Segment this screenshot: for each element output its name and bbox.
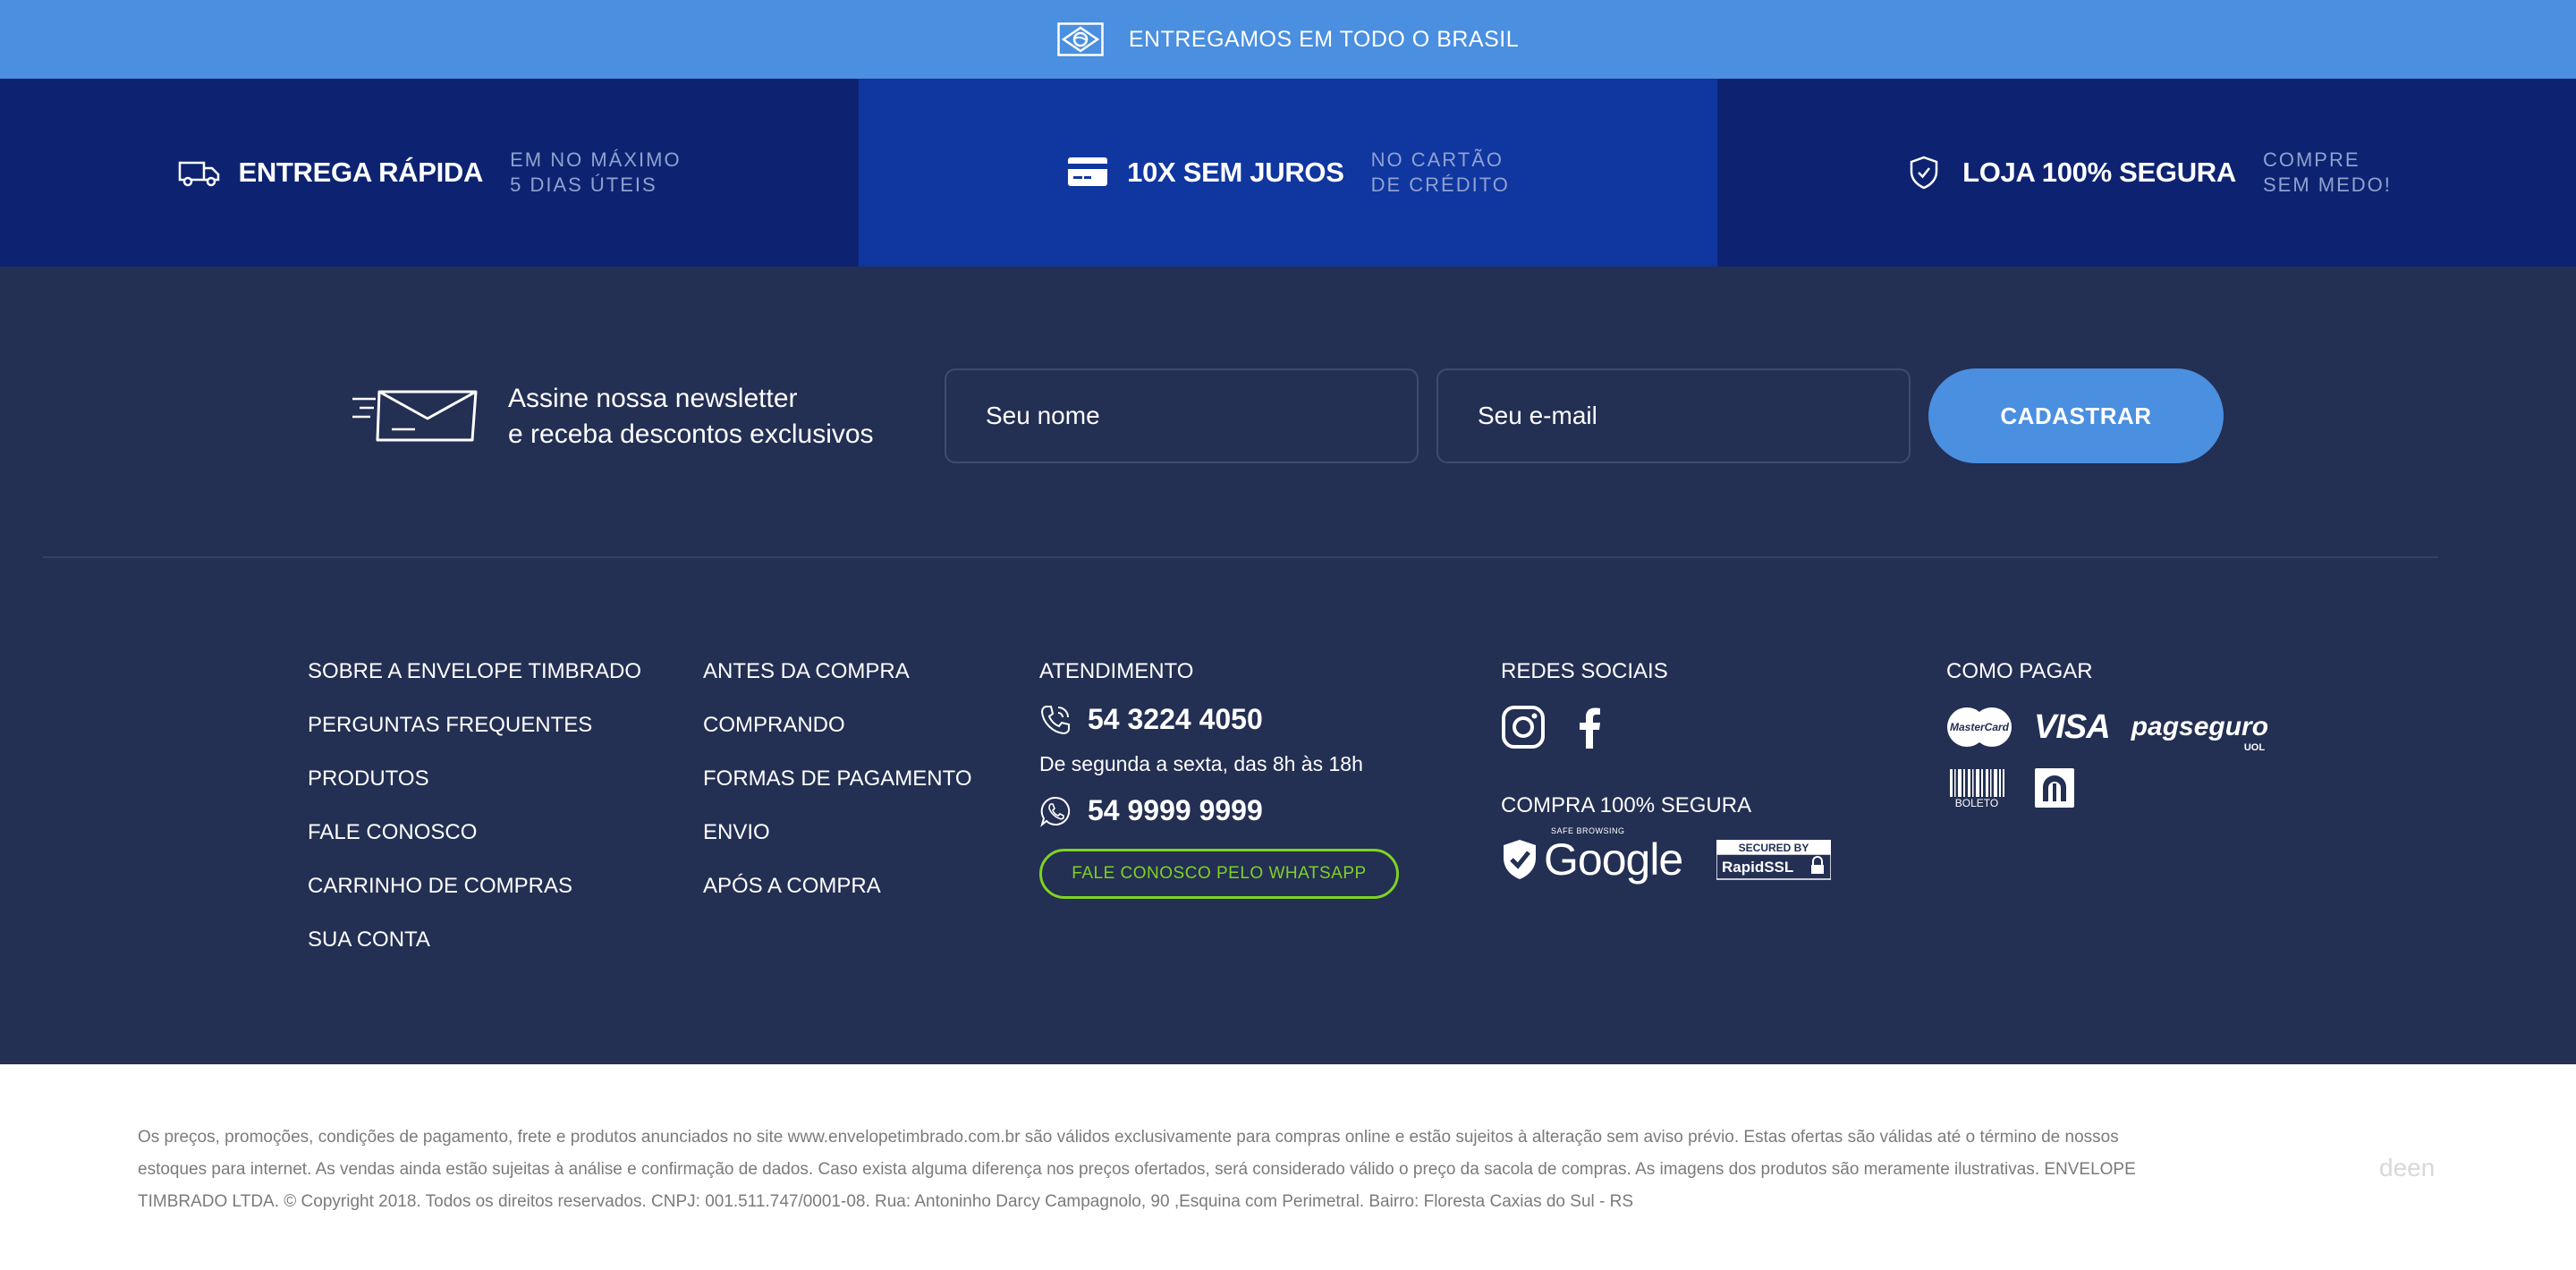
footer-links-help: ANTES DA COMPRA COMPRANDO FORMAS DE PAGA… bbox=[703, 658, 971, 927]
footer-link-before-purchase[interactable]: ANTES DA COMPRA bbox=[703, 658, 971, 685]
benefit-title: 10X SEM JUROS bbox=[1127, 157, 1344, 188]
footer-link-cart[interactable]: CARRINHO DE COMPRAS bbox=[308, 873, 641, 900]
boleto-logo: BOLETO bbox=[1947, 769, 2006, 809]
google-logo-text: SAFE BROWSING Google bbox=[1544, 826, 1683, 885]
bank-transfer-logo bbox=[2035, 768, 2074, 808]
newsletter-line2: e receba descontos exclusivos bbox=[508, 419, 874, 449]
pagseguro-uol-text: UOL bbox=[2243, 742, 2266, 753]
customer-service-title: ATENDIMENTO bbox=[1039, 659, 1194, 683]
envelope-icon bbox=[352, 390, 478, 442]
rapidssl-seal: SECURED BY RapidSSL bbox=[1716, 840, 1832, 880]
social-title: REDES SOCIAIS bbox=[1501, 659, 1668, 683]
social-icons bbox=[1501, 705, 1831, 749]
mastercard-logo: MasterCard bbox=[1947, 707, 2012, 747]
boleto-text: BOLETO bbox=[1955, 797, 1998, 809]
google-safe-browsing-seal: SAFE BROWSING Google bbox=[1501, 826, 1683, 885]
footer-divider bbox=[43, 556, 2438, 558]
footer-link-faq[interactable]: PERGUNTAS FREQUENTES bbox=[308, 712, 641, 739]
benefit-secure-store: LOJA 100% SEGURA COMPRE SEM MEDO! bbox=[1717, 79, 2576, 267]
newsletter-section: Assine nossa newsletter e receba descont… bbox=[0, 368, 2576, 463]
footer-link-contact[interactable]: FALE CONOSCO bbox=[308, 819, 641, 846]
payment-title: COMO PAGAR bbox=[1946, 659, 2093, 683]
payment-logos-row1: MasterCard VISA pagseguro UOL bbox=[1946, 707, 2269, 753]
google-shield-icon bbox=[1504, 840, 1536, 879]
legal-disclaimer: Os preços, promoções, condições de pagam… bbox=[138, 1128, 2136, 1211]
benefit-title: ENTREGA RÁPIDA bbox=[238, 157, 484, 188]
footer-link-buying[interactable]: COMPRANDO bbox=[703, 712, 971, 739]
benefit-subtitle-line2: SEM MEDO! bbox=[2262, 174, 2392, 196]
customer-service: ATENDIMENTO 54 3224 4050 De segunda a se… bbox=[1039, 658, 1399, 899]
secure-purchase-title: COMPRA 100% SEGURA bbox=[1501, 793, 1752, 817]
footer-links-institutional: SOBRE A ENVELOPE TIMBRADO PERGUNTAS FREQ… bbox=[308, 658, 641, 980]
benefit-subtitle: COMPRE SEM MEDO! bbox=[2263, 148, 2392, 198]
benefit-fast-delivery: ENTREGA RÁPIDA EM NO MÁXIMO 5 DIAS ÚTEIS bbox=[0, 79, 859, 267]
footer-link-account[interactable]: SUA CONTA bbox=[308, 927, 641, 953]
benefit-subtitle: EM NO MÁXIMO 5 DIAS ÚTEIS bbox=[510, 148, 681, 198]
shield-check-icon bbox=[1910, 156, 1938, 190]
social-and-security: REDES SOCIAIS COMPRA 100% SEGURA SAFE BR… bbox=[1501, 658, 1832, 885]
credit-card-icon bbox=[1068, 157, 1108, 186]
pagseguro-logo: pagseguro UOL bbox=[2131, 712, 2269, 753]
rapidssl-top-text: SECURED BY bbox=[1739, 842, 1809, 854]
newsletter-line1: Assine nossa newsletter bbox=[508, 384, 798, 413]
whatsapp-icon bbox=[1040, 796, 1071, 827]
phone-row: 54 3224 4050 bbox=[1039, 703, 1399, 736]
footer-link-about[interactable]: SOBRE A ENVELOPE TIMBRADO bbox=[308, 658, 641, 685]
benefit-subtitle-line2: 5 DIAS ÚTEIS bbox=[510, 174, 657, 196]
whatsapp-contact-button[interactable]: FALE CONOSCO PELO WHATSAPP bbox=[1039, 849, 1399, 899]
footer-main: Assine nossa newsletter e receba descont… bbox=[0, 267, 2576, 1064]
benefit-subtitle: NO CARTÃO DE CRÉDITO bbox=[1371, 148, 1510, 198]
footer-link-after-purchase[interactable]: APÓS A COMPRA bbox=[703, 873, 971, 900]
email-input[interactable] bbox=[1436, 368, 1911, 463]
google-wordmark: Google bbox=[1544, 834, 1683, 885]
whatsapp-row: 54 9999 9999 bbox=[1039, 794, 1399, 827]
benefit-subtitle-line1: COMPRE bbox=[2262, 148, 2360, 171]
developer-logo[interactable]: deen bbox=[2379, 1154, 2435, 1182]
name-input[interactable] bbox=[945, 368, 1419, 463]
benefit-subtitle-line2: DE CRÉDITO bbox=[1370, 174, 1510, 196]
rapidssl-bottom-text: RapidSSL bbox=[1722, 859, 1793, 876]
instagram-icon[interactable] bbox=[1501, 705, 1546, 749]
benefit-installments: 10X SEM JUROS NO CARTÃO DE CRÉDITO bbox=[859, 79, 1717, 267]
phone-icon bbox=[1040, 705, 1070, 734]
benefit-subtitle-line1: EM NO MÁXIMO bbox=[510, 148, 682, 171]
delivery-truck-icon bbox=[179, 161, 220, 187]
payment-methods: COMO PAGAR MasterCard VISA pagseguro UOL bbox=[1946, 658, 2268, 809]
whatsapp-number[interactable]: 54 9999 9999 bbox=[1088, 794, 1263, 827]
benefits-strip: ENTREGA RÁPIDA EM NO MÁXIMO 5 DIAS ÚTEIS… bbox=[0, 79, 2576, 267]
benefit-subtitle-line1: NO CARTÃO bbox=[1370, 148, 1504, 171]
payment-logos-row2: BOLETO bbox=[1946, 767, 2268, 809]
visa-logo: VISA bbox=[2034, 707, 2111, 746]
pagseguro-text: pagseguro bbox=[2131, 712, 2269, 741]
safe-browsing-label: SAFE BROWSING bbox=[1551, 826, 1625, 835]
benefit-title: LOJA 100% SEGURA bbox=[1962, 157, 2236, 188]
shipping-banner: ENTREGAMOS EM TODO O BRASIL bbox=[0, 0, 2576, 79]
shipping-banner-text: ENTREGAMOS EM TODO O BRASIL bbox=[1128, 26, 1520, 52]
subscribe-button[interactable]: CADASTRAR bbox=[1928, 368, 2224, 463]
footer-link-shipping[interactable]: ENVIO bbox=[703, 819, 971, 846]
phone-number[interactable]: 54 3224 4050 bbox=[1088, 703, 1263, 736]
footer-link-products[interactable]: PRODUTOS bbox=[308, 766, 641, 792]
newsletter-text: Assine nossa newsletter e receba descont… bbox=[508, 381, 874, 453]
facebook-icon[interactable] bbox=[1578, 706, 1601, 749]
brazil-flag-icon bbox=[1057, 22, 1104, 56]
mastercard-text: MasterCard bbox=[1950, 721, 2010, 733]
service-hours: De segunda a sexta, das 8h às 18h bbox=[1039, 752, 1363, 775]
footer-link-payment-methods[interactable]: FORMAS DE PAGAMENTO bbox=[703, 766, 971, 792]
security-seals: SAFE BROWSING Google SECURED BY RapidSSL bbox=[1501, 826, 1832, 885]
